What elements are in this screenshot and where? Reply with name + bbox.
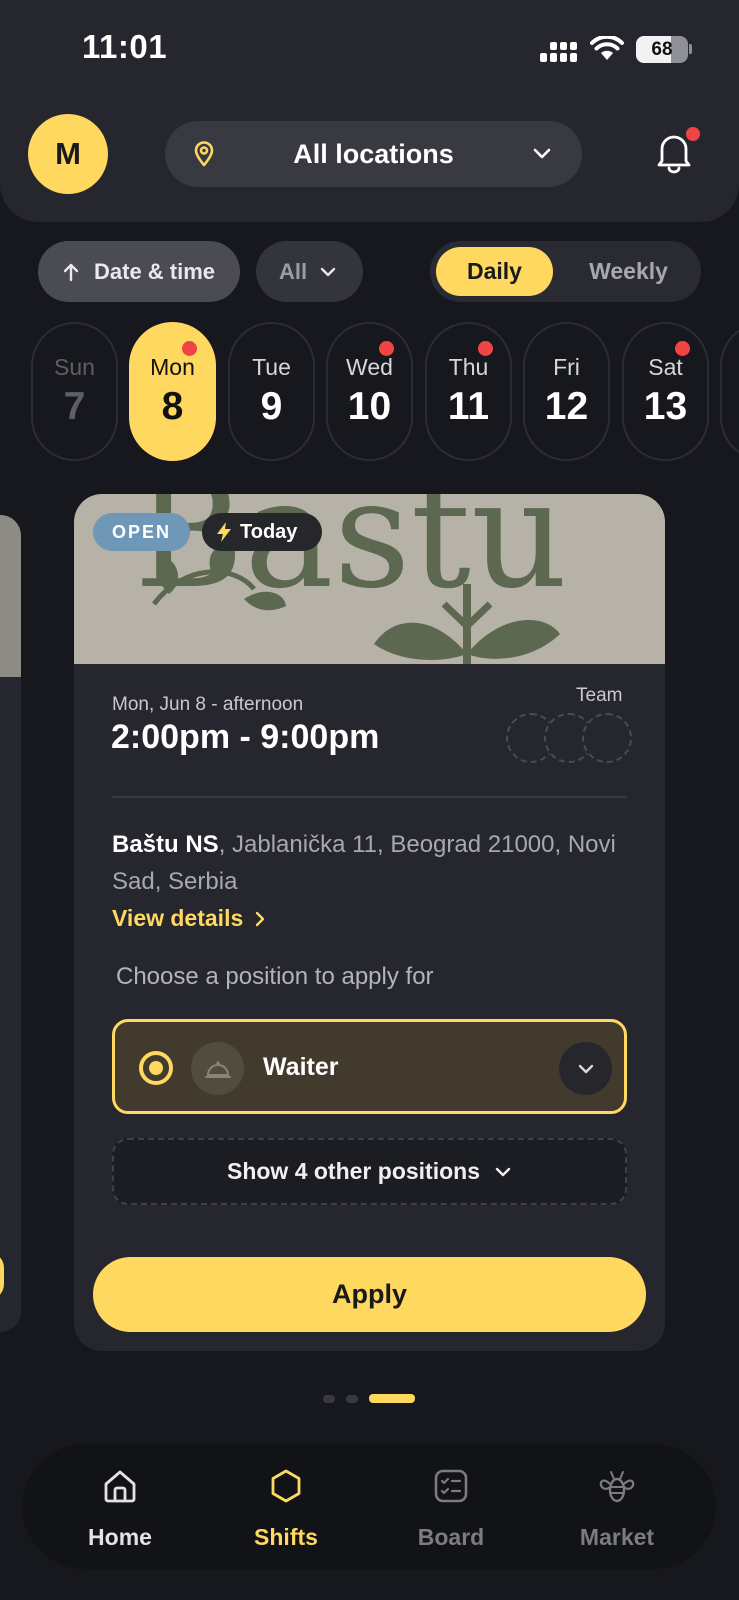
notification-dot [686,127,700,141]
bee-icon [599,1471,635,1503]
card-pager [0,1393,739,1405]
battery-nub [689,44,692,54]
wifi-icon [590,36,624,60]
day-number: 10 [347,385,392,428]
day-thu[interactable]: Thu 11 [425,322,512,461]
day-wed[interactable]: Wed 10 [326,322,413,461]
venue-name: Baštu NS [112,831,219,858]
day-name: Sun [54,354,95,380]
chevron-down-icon [320,267,336,276]
day-notification-dot [675,341,690,356]
position-expand-button[interactable] [559,1042,612,1095]
day-sat[interactable]: Sat 13 [622,322,709,461]
team-avatar-placeholder [582,713,632,763]
shift-date: Mon, Jun 8 - afternoon [112,694,304,715]
today-label: Today [240,520,298,543]
view-details-link[interactable]: View details [112,905,265,932]
tab-shifts[interactable]: Shifts [206,1444,366,1569]
chevron-down-icon [533,148,551,159]
tab-label: Board [417,1524,485,1550]
tab-label: Shifts [254,1524,318,1550]
arrow-up-icon [63,263,79,281]
shift-card: Baštu OPEN Today Mon, Jun 8 - afternoon … [74,494,665,1351]
view-toggle: Daily Weekly [430,241,701,302]
day-name: Thu [448,354,489,380]
shift-time-range: 2:00pm - 9:00pm [111,718,380,756]
view-option-weekly[interactable]: Weekly [566,247,691,296]
divider [112,796,627,798]
day-notification-dot [379,341,394,356]
chevron-down-icon [495,1167,511,1176]
filter-row: Date & time All Daily Weekly [0,241,739,303]
day-notification-dot [182,341,197,356]
serving-bell-icon [191,1042,244,1095]
day-number: 13 [643,385,688,428]
tab-label: Market [579,1524,655,1550]
view-option-daily[interactable]: Daily [436,247,553,296]
day-name: Wed [346,354,393,380]
day-tue[interactable]: Tue 9 [228,322,315,461]
view-details-label: View details [112,905,244,931]
chevron-down-icon [578,1064,593,1073]
svg-text:Baštu: Baštu [134,494,568,622]
tab-home[interactable]: Home [40,1444,200,1569]
battery-level: 68 [651,39,673,60]
home-icon [104,1470,136,1503]
day-mon[interactable]: Mon 8 [129,322,216,461]
bottom-tab-bar: Home Shifts Board Market [22,1444,716,1569]
tab-label: Home [88,1524,152,1550]
cellular-signal-icon [540,42,577,62]
position-label: Waiter [263,1053,339,1081]
hexagon-icon [271,1469,301,1503]
day-notification-dot [478,341,493,356]
tab-board[interactable]: Board [371,1444,531,1569]
venue-banner: Baštu OPEN Today [74,494,665,664]
location-label: All locations [293,138,454,169]
day-selector: Sun 7 Mon 8 Tue 9 Wed 10 Thu 11 Fri 12 S… [0,322,739,462]
previous-shift-card[interactable] [0,515,21,1332]
tab-market[interactable]: Market [537,1444,697,1569]
day-name: Tue [252,354,291,380]
lightning-icon [217,522,231,542]
battery-indicator: 68 [636,36,688,63]
show-more-positions-label: Show 4 other positions [226,1158,480,1184]
previous-card-image [0,515,21,677]
day-sun[interactable]: Sun 7 [31,322,118,461]
radio-selected[interactable] [139,1051,173,1085]
day-name: Mon [150,354,195,380]
status-bar: 11:01 68 [0,0,739,100]
choose-position-label: Choose a position to apply for [116,963,434,990]
status-time: 11:01 [82,28,168,65]
day-name: Sat [648,354,683,380]
day-fri[interactable]: Fri 12 [523,322,610,461]
sort-button[interactable]: Date & time [38,241,240,302]
apply-button[interactable]: Apply [93,1257,646,1332]
pager-dot[interactable] [323,1395,335,1403]
user-avatar[interactable]: M [28,114,108,194]
day-number: 11 [447,385,490,428]
team-label: Team [576,685,623,706]
position-option-waiter[interactable]: Waiter [112,1019,627,1114]
venue-address: Baštu NS, Jablanička 11, Beograd 21000, … [112,826,632,900]
pager-dot-active[interactable] [369,1394,415,1403]
checklist-icon [434,1469,468,1503]
status-badge-open: OPEN [93,513,190,551]
pager-dot[interactable] [346,1395,358,1403]
type-filter-label: All [279,258,308,284]
day-next-partial[interactable] [720,322,739,461]
chevron-right-icon [256,911,265,926]
show-more-positions-button[interactable]: Show 4 other positions [112,1138,627,1205]
day-number: 12 [544,385,589,428]
type-filter-dropdown[interactable]: All [256,241,363,302]
today-badge: Today [202,513,322,551]
location-dropdown[interactable]: All locations [165,121,582,187]
sort-label: Date & time [94,258,216,284]
day-name: Fri [553,354,580,380]
day-number: 7 [63,385,86,428]
day-number: 9 [260,385,283,428]
day-number: 8 [161,385,184,428]
